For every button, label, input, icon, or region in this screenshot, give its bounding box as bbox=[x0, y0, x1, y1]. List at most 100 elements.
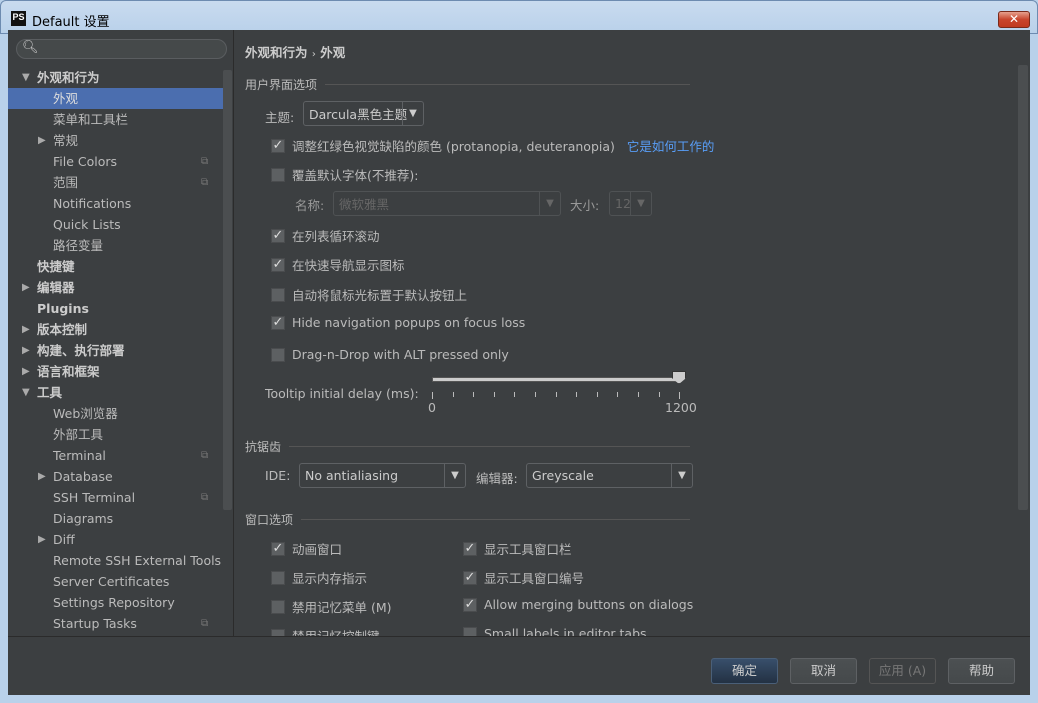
sidebar-item[interactable]: Plugins bbox=[8, 298, 223, 319]
checkbox-icon: ✓ bbox=[463, 596, 477, 612]
sidebar-item-label: SSH Terminal bbox=[53, 490, 136, 505]
sidebar-scrollbar[interactable] bbox=[223, 70, 232, 510]
sidebar-item[interactable]: Quick Lists bbox=[8, 214, 223, 235]
window-option-checkbox[interactable]: ✓ 显示工具窗口编号 bbox=[463, 568, 584, 587]
checkbox-label: 调整红绿色视觉缺陷的颜色 (protanopia, deuteranopia) bbox=[292, 139, 615, 154]
how-it-works-link[interactable]: 它是如何工作的 bbox=[627, 136, 715, 155]
font-size-select[interactable]: 12 ▼ bbox=[609, 191, 652, 216]
sidebar-item-label: Remote SSH External Tools bbox=[53, 553, 222, 568]
sidebar-item[interactable]: 外部工具 bbox=[8, 424, 223, 445]
sidebar-item[interactable]: 范围 ⧉ bbox=[8, 172, 223, 193]
expand-right-icon[interactable]: ▶ bbox=[22, 340, 30, 361]
apply-button[interactable]: 应用 (A) bbox=[869, 658, 936, 684]
section-title: 抗锯齿 bbox=[245, 440, 282, 454]
sidebar-item[interactable]: ▶ 构建、执行部署 bbox=[8, 340, 223, 361]
project-copy-icon: ⧉ bbox=[201, 492, 209, 503]
tooltip-delay-slider[interactable] bbox=[432, 377, 682, 382]
sidebar-item[interactable]: ▼ 外观和行为 bbox=[8, 67, 223, 88]
slider-tick bbox=[679, 392, 681, 399]
cancel-button[interactable]: 取消 bbox=[790, 658, 857, 684]
checkbox-label: Small labels in editor tabs bbox=[484, 626, 647, 636]
project-copy-icon: ⧉ bbox=[201, 618, 209, 629]
sidebar-item-label: Diagrams bbox=[53, 511, 114, 526]
sidebar-item[interactable]: ▶ 版本控制 bbox=[8, 319, 223, 340]
checkbox-label: 显示工具窗口编号 bbox=[484, 571, 585, 586]
expand-right-icon[interactable]: ▶ bbox=[22, 361, 30, 382]
sidebar-item[interactable]: ▶ 常规 bbox=[8, 130, 223, 151]
sidebar-item-label: 编辑器 bbox=[37, 280, 75, 295]
sidebar-item-label: 路径变量 bbox=[53, 238, 104, 253]
window-option-checkbox[interactable]: 禁用记忆菜单 (M) bbox=[271, 597, 392, 616]
breadcrumb-current: 外观 bbox=[320, 45, 346, 60]
sidebar-item[interactable]: Settings Repository bbox=[8, 592, 223, 613]
search-icon: 🔍︎ bbox=[22, 40, 39, 55]
sidebar-item[interactable]: Remote SSH External Tools bbox=[8, 550, 223, 571]
expand-right-icon[interactable]: ▶ bbox=[38, 529, 46, 550]
hide-popups-checkbox[interactable]: ✓ Hide navigation popups on focus loss bbox=[271, 315, 525, 330]
sidebar-item[interactable]: ▼ 工具 bbox=[8, 382, 223, 403]
expand-right-icon[interactable]: ▶ bbox=[22, 319, 30, 340]
sidebar-item[interactable]: Terminal ⧉ bbox=[8, 445, 223, 466]
sidebar-item[interactable]: 菜单和工具栏 bbox=[8, 109, 223, 130]
expand-right-icon[interactable]: ▶ bbox=[22, 277, 30, 298]
slider-tick bbox=[452, 392, 454, 397]
window-option-checkbox[interactable]: 显示内存指示 bbox=[271, 568, 367, 587]
cyclic-scroll-checkbox[interactable]: ✓ 在列表循环滚动 bbox=[271, 226, 380, 245]
sidebar-item[interactable]: Web浏览器 bbox=[8, 403, 223, 424]
sidebar-item[interactable]: ▶ 语言和框架 bbox=[8, 361, 223, 382]
sidebar-item[interactable]: Startup Tasks ⧉ bbox=[8, 613, 223, 634]
expand-right-icon[interactable]: ▶ bbox=[38, 466, 46, 487]
sidebar-item-label: 常规 bbox=[53, 133, 79, 148]
window-option-checkbox[interactable]: Small labels in editor tabs bbox=[463, 626, 647, 636]
checkbox-icon: ✓ bbox=[271, 314, 285, 330]
sidebar-item[interactable]: Notifications bbox=[8, 193, 223, 214]
breadcrumb-parent[interactable]: 外观和行为 bbox=[245, 45, 308, 60]
dnd-alt-checkbox[interactable]: Drag-n-Drop with ALT pressed only bbox=[271, 347, 509, 362]
sidebar-item[interactable]: 快捷键 bbox=[8, 256, 223, 277]
sidebar-item-label: Plugins bbox=[37, 301, 89, 316]
section-window-options: 窗口选项 bbox=[245, 511, 690, 528]
sidebar-item[interactable]: File Colors ⧉ bbox=[8, 151, 223, 172]
sidebar-item[interactable]: ▶ 编辑器 bbox=[8, 277, 223, 298]
checkbox-label: Hide navigation popups on focus loss bbox=[292, 315, 526, 330]
theme-select[interactable]: Darcula黑色主题 ▼ bbox=[303, 101, 424, 126]
font-name-select[interactable]: 微软雅黑 ▼ bbox=[333, 191, 561, 216]
window-option-checkbox[interactable]: ✓ Allow merging buttons on dialogs bbox=[463, 597, 693, 612]
override-font-checkbox[interactable]: 覆盖默认字体(不推荐): bbox=[271, 165, 418, 184]
font-name-label: 名称: bbox=[295, 198, 325, 213]
sidebar-item[interactable]: SSH Terminal ⧉ bbox=[8, 487, 223, 508]
expand-down-icon[interactable]: ▼ bbox=[22, 67, 30, 88]
ok-button[interactable]: 确定 bbox=[711, 658, 778, 684]
slider-max-label: 1200 bbox=[665, 400, 697, 415]
close-button[interactable]: ✕ bbox=[998, 11, 1030, 28]
ide-antialiasing-select[interactable]: No antialiasing ▼ bbox=[299, 463, 466, 488]
sidebar-item[interactable]: 路径变量 bbox=[8, 235, 223, 256]
ide-label: IDE: bbox=[265, 468, 291, 483]
adjust-colors-checkbox[interactable]: ✓ 调整红绿色视觉缺陷的颜色 (protanopia, deuteranopia)… bbox=[271, 136, 714, 155]
expand-right-icon[interactable]: ▶ bbox=[38, 130, 46, 151]
sidebar-item-label: 语言和框架 bbox=[37, 364, 100, 379]
section-title: 窗口选项 bbox=[245, 513, 294, 527]
sidebar-item[interactable]: 外观 bbox=[8, 88, 223, 109]
settings-dialog: 🔍︎ ▼ 外观和行为 外观 菜单和工具栏 ▶ 常规 File Colors ⧉ 范围 ⧉ Notif… bbox=[8, 30, 1030, 695]
sidebar-item[interactable]: ▶ Diff bbox=[8, 529, 223, 550]
sidebar-item-label: Database bbox=[53, 469, 113, 484]
slider-thumb[interactable] bbox=[672, 371, 686, 384]
move-mouse-checkbox[interactable]: 自动将鼠标光标置于默认按钮上 bbox=[271, 285, 467, 304]
window-option-checkbox[interactable]: 禁用记忆控制键 bbox=[271, 626, 380, 636]
window-option-checkbox[interactable]: ✓ 动画窗口 bbox=[271, 539, 342, 558]
search-input[interactable]: 🔍︎ bbox=[16, 39, 227, 59]
sidebar-item[interactable]: Diagrams bbox=[8, 508, 223, 529]
window-option-checkbox[interactable]: ✓ 显示工具窗口栏 bbox=[463, 539, 572, 558]
show-icons-nav-checkbox[interactable]: ✓ 在快速导航显示图标 bbox=[271, 255, 405, 274]
slider-tick bbox=[576, 392, 578, 397]
main-scrollbar[interactable] bbox=[1018, 65, 1028, 510]
editor-antialiasing-select[interactable]: Greyscale ▼ bbox=[526, 463, 693, 488]
help-button[interactable]: 帮助 bbox=[948, 658, 1015, 684]
checkbox-label: Allow merging buttons on dialogs bbox=[484, 597, 694, 612]
expand-down-icon[interactable]: ▼ bbox=[22, 382, 30, 403]
checkbox-label: 在列表循环滚动 bbox=[292, 229, 380, 244]
sidebar-item[interactable]: ▶ Database bbox=[8, 466, 223, 487]
sidebar-item[interactable]: Server Certificates bbox=[8, 571, 223, 592]
breadcrumb-separator: › bbox=[311, 49, 316, 60]
